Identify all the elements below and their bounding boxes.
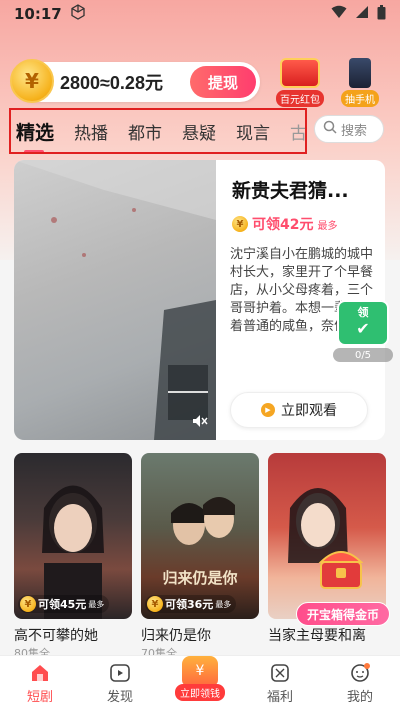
nav-welfare[interactable]: 福利 xyxy=(240,656,320,711)
status-bar: 10:17 xyxy=(0,0,400,28)
drama-poster: 归来仍是你 ¥ 可领36元 最多 xyxy=(141,453,259,619)
nav-claim-money[interactable]: ¥ 立即领钱 xyxy=(160,656,240,711)
nav-label: 短剧 xyxy=(26,690,53,705)
drama-title: 归来仍是你 xyxy=(141,628,211,644)
phone-lottery-label: 抽手机 xyxy=(341,90,379,107)
tab-featured[interactable]: 精选 xyxy=(16,118,54,152)
watch-now-label: 立即观看 xyxy=(281,402,337,418)
status-time: 10:17 xyxy=(14,5,62,23)
play-square-icon xyxy=(109,662,131,684)
battery-icon xyxy=(377,4,386,24)
watch-now-button[interactable]: ▶ 立即观看 xyxy=(230,392,368,428)
tab-suspense[interactable]: 悬疑 xyxy=(182,119,216,144)
nav-short-drama[interactable]: 短剧 xyxy=(0,656,80,711)
nav-profile[interactable]: 我的 xyxy=(320,656,400,711)
red-packet-icon xyxy=(280,58,320,88)
phone-lottery-promo[interactable]: 抽手机 xyxy=(330,58,390,107)
drama-poster xyxy=(268,453,386,619)
tab-hot[interactable]: 热播 xyxy=(74,119,108,144)
nav-label: 福利 xyxy=(266,690,293,705)
drama-card[interactable]: ¥ 可领45元 最多 高不可攀的她 80集全 xyxy=(14,453,132,657)
coin-icon: ¥ xyxy=(147,596,163,612)
coin-balance-bar[interactable]: ¥ 2800≈0.28元 提现 xyxy=(10,59,260,103)
signal-icon xyxy=(355,5,369,23)
featured-title: 新贵夫君猜... xyxy=(232,180,349,202)
bottom-navigation: 短剧 发现 ¥ 立即领钱 福利 我的 xyxy=(0,655,400,711)
search-label: 搜索 xyxy=(341,123,368,139)
tab-ancient[interactable]: 古 xyxy=(290,119,305,144)
coin-icon: ¥ xyxy=(232,216,248,232)
coin-icon: ¥ xyxy=(20,596,36,612)
featured-reward-suffix: 最多 xyxy=(317,220,338,232)
treasure-chest-icon[interactable] xyxy=(316,540,366,592)
home-icon xyxy=(29,662,51,684)
phone-icon xyxy=(349,58,371,88)
drama-reward: ¥ 可领36元 最多 xyxy=(145,595,237,613)
drama-reward: ¥ 可领45元 最多 xyxy=(18,595,110,613)
play-icon: ▶ xyxy=(261,403,275,417)
category-tabs: 精选 热播 都市 悬疑 现言 古 xyxy=(9,108,307,154)
nav-discover[interactable]: 发现 xyxy=(80,656,160,711)
featured-drama-card[interactable]: 新贵夫君猜... ¥ 可领42元 最多 沈宁溪自小在鹏城的城中村长大，家里开了个… xyxy=(14,160,385,440)
drama-card[interactable]: 归来仍是你 ¥ 可领36元 最多 归来仍是你 70集全 xyxy=(141,453,259,657)
featured-reward-amount: 可领42元 xyxy=(252,217,314,233)
tab-urban[interactable]: 都市 xyxy=(128,119,162,144)
reward-box-icon: 领 ✔ xyxy=(337,300,389,346)
open-chest-button[interactable]: 开宝箱得金币 xyxy=(296,602,390,626)
tab-modern-romance[interactable]: 现言 xyxy=(236,119,270,144)
nav-label: 发现 xyxy=(106,690,133,705)
search-button[interactable]: 搜索 xyxy=(314,115,384,143)
wifi-icon xyxy=(331,5,347,23)
money-bag-icon: ¥ xyxy=(182,656,218,686)
featured-video-preview[interactable] xyxy=(14,160,216,440)
search-icon xyxy=(323,120,337,138)
check-icon: ✔ xyxy=(356,319,370,338)
drama-title: 当家主母要和离 xyxy=(268,628,366,644)
withdraw-button[interactable]: 提现 xyxy=(190,66,256,98)
nav-label: 我的 xyxy=(346,690,373,705)
face-icon xyxy=(349,662,371,684)
red-packet-promo[interactable]: 百元红包 xyxy=(270,58,330,107)
gift-icon xyxy=(269,662,291,684)
coin-balance: 2800≈0.28元 xyxy=(60,73,163,93)
drama-title: 高不可攀的她 xyxy=(14,628,98,644)
task-reward-widget[interactable]: 领 ✔ 0/5 xyxy=(333,300,393,362)
claim-label: 领 xyxy=(357,306,369,319)
svg-text:归来仍是你: 归来仍是你 xyxy=(162,569,237,587)
task-progress: 0/5 xyxy=(333,348,393,362)
mute-icon[interactable] xyxy=(192,414,208,432)
red-packet-label: 百元红包 xyxy=(276,90,324,107)
featured-reward: ¥ 可领42元 最多 xyxy=(232,214,337,234)
drama-poster: ¥ 可领45元 最多 xyxy=(14,453,132,619)
nav-label: 立即领钱 xyxy=(175,684,225,701)
coin-icon: ¥ xyxy=(10,59,54,103)
cube-icon xyxy=(70,4,86,24)
